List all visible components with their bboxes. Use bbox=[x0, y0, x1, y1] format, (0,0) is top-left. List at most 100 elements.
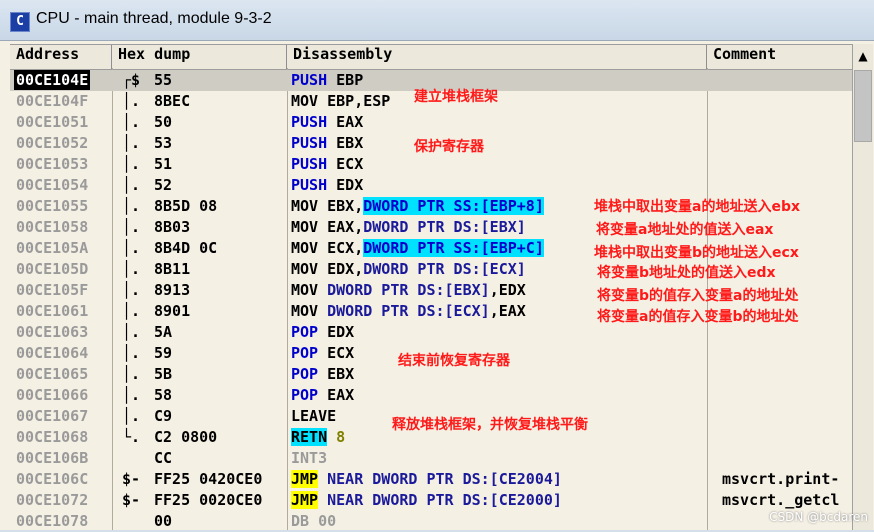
row-operand: DWORD PTR SS:[EBP+8] bbox=[363, 197, 544, 215]
row-hex: 8901 bbox=[154, 302, 191, 320]
row-mnemonic: POP bbox=[291, 365, 319, 383]
row-disassembly: PUSH ECX bbox=[291, 154, 363, 174]
row-mnemonic: POP bbox=[291, 344, 319, 362]
row-address: 00CE1052 bbox=[16, 134, 89, 152]
row-disassembly: MOV EAX,DWORD PTR DS:[EBX] bbox=[291, 217, 526, 237]
row-operand: EAX, bbox=[327, 218, 364, 236]
annotation: 堆栈中取出变量b的地址送入ecx bbox=[594, 245, 799, 261]
annotation: 建立堆栈框架 bbox=[414, 89, 498, 105]
row-marker: │. bbox=[122, 281, 141, 299]
table-row[interactable]: 00CE1054 │. 52 PUSH EDX bbox=[10, 175, 852, 196]
annotation: 将变量b地址处的值送入edx bbox=[597, 265, 776, 281]
row-disassembly: MOV EBX,DWORD PTR SS:[EBP+8] bbox=[291, 196, 544, 216]
row-mnemonic: DB bbox=[291, 512, 310, 530]
row-disassembly: JMP NEAR DWORD PTR DS:[CE2004] bbox=[291, 469, 562, 489]
row-address: 00CE1063 bbox=[16, 323, 89, 341]
row-address: 00CE104E bbox=[14, 70, 91, 90]
row-disassembly: PUSH EAX bbox=[291, 112, 363, 132]
row-address: 00CE104F bbox=[16, 92, 89, 110]
scroll-up-icon[interactable]: ▲ bbox=[853, 46, 873, 66]
row-disassembly: DB 00 bbox=[291, 511, 336, 531]
row-address: 00CE1053 bbox=[16, 155, 89, 173]
row-marker: │. bbox=[122, 386, 141, 404]
row-operand: 00 bbox=[318, 512, 337, 530]
column-header: Address Hex dump Disassembly Comment bbox=[10, 44, 852, 70]
row-hex: 8B11 bbox=[154, 260, 191, 278]
row-disassembly: MOV EDX,DWORD PTR DS:[ECX] bbox=[291, 259, 526, 279]
annotation: 堆栈中取出变量a的地址送入ebx bbox=[594, 199, 800, 215]
row-disassembly: RETN 8 bbox=[291, 427, 345, 447]
table-row[interactable]: 00CE1072 $- FF25 0020CE0 JMP NEAR DWORD PTR… bbox=[10, 490, 852, 511]
row-marker: │. bbox=[122, 176, 141, 194]
row-mnemonic: MOV bbox=[291, 302, 319, 320]
row-operand: DWORD PTR DS:[ECX] bbox=[327, 302, 490, 320]
col-disassembly[interactable]: Disassembly bbox=[287, 45, 707, 69]
row-hex: 51 bbox=[154, 155, 173, 173]
row-operand: EDX bbox=[327, 323, 355, 341]
row-hex: 8BEC bbox=[154, 92, 191, 110]
row-operand: EBX bbox=[336, 134, 364, 152]
row-address: 00CE1051 bbox=[16, 113, 89, 131]
row-marker: ┌$ bbox=[122, 71, 141, 89]
row-address: 00CE105A bbox=[16, 239, 89, 257]
row-hex: 55 bbox=[154, 71, 173, 89]
row-operand: EBP,ESP bbox=[327, 92, 391, 110]
table-row[interactable]: 00CE106C $- FF25 0420CE0 JMP NEAR DWORD PTR… bbox=[10, 469, 852, 490]
row-address: 00CE1078 bbox=[16, 512, 89, 530]
col-hex-dump[interactable]: Hex dump bbox=[112, 45, 287, 69]
row-marker: │. bbox=[122, 113, 141, 131]
row-mnemonic: RETN bbox=[291, 428, 328, 446]
row-address: 00CE1054 bbox=[16, 176, 89, 194]
window-title: CPU - main thread, module 9-3-2 bbox=[36, 10, 272, 27]
row-address: 00CE1061 bbox=[16, 302, 89, 320]
row-disassembly: JMP NEAR DWORD PTR DS:[CE2000] bbox=[291, 490, 562, 510]
row-marker: │. bbox=[122, 260, 141, 278]
row-hex: 53 bbox=[154, 134, 173, 152]
row-hex: 50 bbox=[154, 113, 173, 131]
row-address: 00CE1072 bbox=[16, 491, 89, 509]
table-row[interactable]: 00CE1078 00 DB 00 bbox=[10, 511, 852, 532]
table-row[interactable]: 00CE1066 │. 58 POP EAX bbox=[10, 385, 852, 406]
annotation: 将变量b的值存入变量a的地址处 bbox=[597, 288, 799, 304]
row-mnemonic: MOV bbox=[291, 260, 319, 278]
row-hex: 5B bbox=[154, 365, 173, 383]
row-operand: ECX bbox=[336, 155, 364, 173]
col-address[interactable]: Address bbox=[10, 45, 112, 69]
row-address: 00CE106C bbox=[16, 470, 89, 488]
row-address: 00CE1067 bbox=[16, 407, 89, 425]
row-operand: NEAR DWORD PTR DS:[CE2004] bbox=[327, 470, 562, 488]
table-row[interactable]: 00CE106B CC INT3 bbox=[10, 448, 852, 469]
row-address: 00CE1058 bbox=[16, 218, 89, 236]
row-disassembly: PUSH EBX bbox=[291, 133, 363, 153]
row-mnemonic: PUSH bbox=[291, 71, 328, 89]
table-row[interactable]: 00CE1051 │. 50 PUSH EAX bbox=[10, 112, 852, 133]
row-hex: 00 bbox=[154, 512, 173, 530]
row-mnemonic: MOV bbox=[291, 197, 319, 215]
row-mnemonic: POP bbox=[291, 323, 319, 341]
title-bar[interactable]: C CPU - main thread, module 9-3-2 bbox=[0, 0, 874, 41]
row-operand: EDX bbox=[336, 176, 364, 194]
row-disassembly: MOV DWORD PTR DS:[EBX],EDX bbox=[291, 280, 526, 300]
row-operand: DWORD PTR DS:[EBX] bbox=[363, 218, 526, 236]
row-marker: $- bbox=[122, 470, 141, 488]
row-marker: │. bbox=[122, 407, 141, 425]
row-hex: 8B4D 0C bbox=[154, 239, 218, 257]
row-marker: │. bbox=[122, 365, 141, 383]
row-hex: 58 bbox=[154, 386, 173, 404]
row-marker: │. bbox=[122, 92, 141, 110]
vertical-scrollbar[interactable]: ▲ bbox=[852, 44, 873, 530]
row-marker: └. bbox=[122, 428, 141, 446]
row-hex: FF25 0420CE0 bbox=[154, 470, 263, 488]
watermark: CSDN @bcdaren bbox=[769, 510, 868, 524]
col-comment[interactable]: Comment bbox=[707, 45, 852, 69]
row-disassembly: PUSH EDX bbox=[291, 175, 363, 195]
table-row[interactable]: 00CE1053 │. 51 PUSH ECX bbox=[10, 154, 852, 175]
row-hex: FF25 0020CE0 bbox=[154, 491, 263, 509]
row-address: 00CE105F bbox=[16, 281, 89, 299]
scroll-thumb[interactable] bbox=[854, 70, 872, 142]
row-mnemonic: PUSH bbox=[291, 113, 328, 131]
row-marker: │. bbox=[122, 134, 141, 152]
row-mnemonic: LEAVE bbox=[291, 407, 337, 425]
row-disassembly: POP ECX bbox=[291, 343, 354, 363]
row-address: 00CE1065 bbox=[16, 365, 89, 383]
